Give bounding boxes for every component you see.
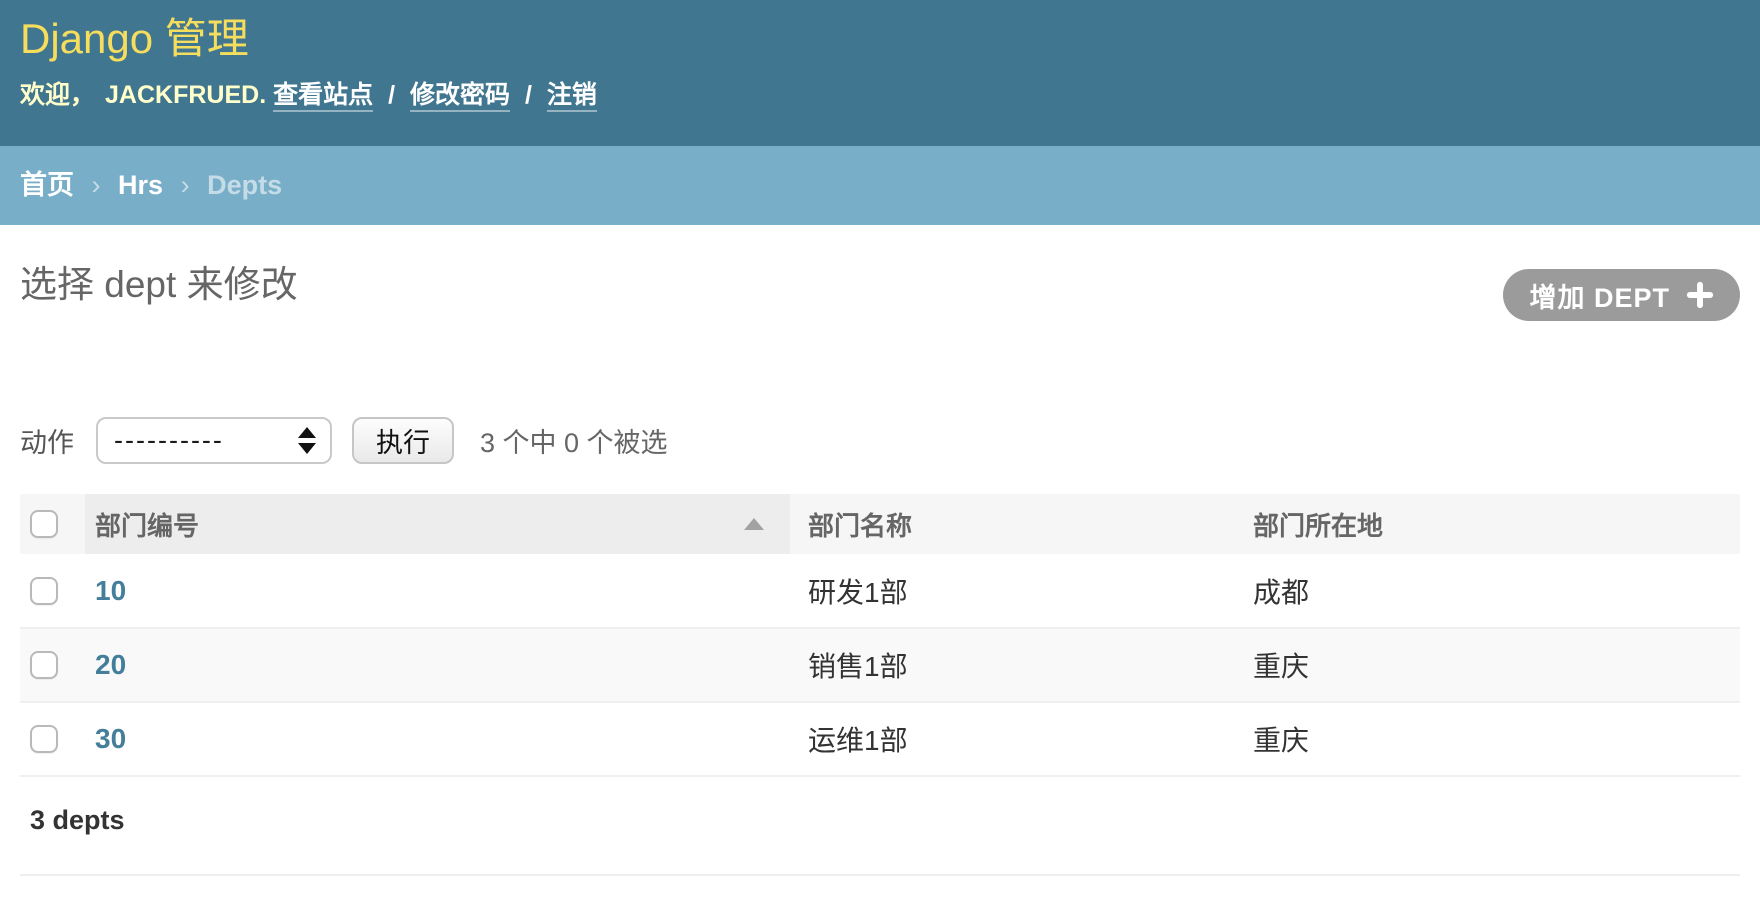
- table-row: 20 销售1部 重庆: [20, 628, 1740, 702]
- select-arrows-icon: [298, 427, 316, 454]
- row-select-checkbox[interactable]: [30, 725, 58, 753]
- table-row: 10 研发1部 成都: [20, 554, 1740, 628]
- column-header-dept-no[interactable]: 部门编号: [85, 494, 790, 554]
- result-count: 3 depts: [30, 805, 125, 835]
- logout-link[interactable]: 注销: [547, 81, 597, 112]
- selection-counter: 3 个中 0 个被选: [480, 421, 668, 460]
- user-tools: 欢迎， JACKFRUED. 查看站点 / 修改密码 / 注销: [20, 80, 1720, 110]
- table-body: 10 研发1部 成都 20 销售1部 重庆 30 运维1部 重庆: [20, 554, 1740, 776]
- breadcrumb: 首页 › Hrs › Depts: [0, 146, 1760, 225]
- dept-no-cell: 20: [85, 628, 790, 702]
- dept-location-cell: 重庆: [1235, 702, 1740, 776]
- add-dept-button-label: 增加 DEPT: [1529, 276, 1670, 315]
- dept-no-link[interactable]: 20: [95, 649, 126, 680]
- add-dept-button[interactable]: 增加 DEPT: [1503, 269, 1740, 321]
- content-area: 选择 dept 来修改 增加 DEPT 动作 ---------- 执行 3 个…: [0, 225, 1760, 876]
- dept-no-cell: 30: [85, 702, 790, 776]
- results-table: 部门编号 部门名称 部门所在地 10 研发1部 成都: [20, 494, 1740, 777]
- paginator: 3 depts: [20, 777, 1740, 876]
- breadcrumb-home[interactable]: 首页: [20, 170, 74, 200]
- change-password-link[interactable]: 修改密码: [410, 81, 510, 112]
- breadcrumb-current: Depts: [207, 170, 282, 200]
- link-separator: /: [525, 81, 532, 109]
- column-header-dept-name-label: 部门名称: [808, 511, 912, 541]
- dept-name-cell: 运维1部: [790, 702, 1235, 776]
- row-select-checkbox[interactable]: [30, 651, 58, 679]
- column-header-dept-location-label: 部门所在地: [1253, 511, 1383, 541]
- row-checkbox-cell: [20, 628, 85, 702]
- dept-no-link[interactable]: 10: [95, 575, 126, 606]
- dept-location-cell: 成都: [1235, 554, 1740, 628]
- column-header-dept-location[interactable]: 部门所在地: [1235, 494, 1740, 554]
- site-header: Django 管理 欢迎， JACKFRUED. 查看站点 / 修改密码 / 注销: [0, 0, 1760, 146]
- dept-no-cell: 10: [85, 554, 790, 628]
- breadcrumb-separator: ›: [92, 170, 101, 200]
- welcome-text: 欢迎，: [20, 81, 95, 109]
- action-select-value: ----------: [114, 425, 224, 456]
- brand-title[interactable]: Django 管理: [20, 14, 1720, 64]
- username: JACKFRUED.: [105, 81, 266, 109]
- results-table-wrapper: 部门编号 部门名称 部门所在地 10 研发1部 成都: [20, 494, 1740, 777]
- link-separator: /: [388, 81, 395, 109]
- breadcrumb-hrs[interactable]: Hrs: [118, 170, 163, 200]
- dept-name-cell: 销售1部: [790, 628, 1235, 702]
- table-header-row: 部门编号 部门名称 部门所在地: [20, 494, 1740, 554]
- plus-icon: [1686, 281, 1714, 309]
- row-checkbox-cell: [20, 702, 85, 776]
- row-select-checkbox[interactable]: [30, 577, 58, 605]
- column-header-dept-name[interactable]: 部门名称: [790, 494, 1235, 554]
- go-button[interactable]: 执行: [352, 417, 454, 464]
- dept-location-cell: 重庆: [1235, 628, 1740, 702]
- table-row: 30 运维1部 重庆: [20, 702, 1740, 776]
- select-all-header-cell: [20, 494, 85, 554]
- column-header-dept-no-label: 部门编号: [95, 506, 199, 543]
- breadcrumb-separator: ›: [181, 170, 190, 200]
- select-all-checkbox[interactable]: [30, 510, 58, 538]
- title-row: 选择 dept 来修改 增加 DEPT: [20, 251, 1740, 321]
- row-checkbox-cell: [20, 554, 85, 628]
- dept-no-link[interactable]: 30: [95, 723, 126, 754]
- actions-label: 动作: [20, 421, 74, 460]
- actions-bar: 动作 ---------- 执行 3 个中 0 个被选: [20, 417, 1740, 464]
- sort-ascending-icon[interactable]: [744, 518, 764, 530]
- dept-name-cell: 研发1部: [790, 554, 1235, 628]
- page-title: 选择 dept 来修改: [20, 263, 298, 307]
- view-site-link[interactable]: 查看站点: [273, 81, 373, 112]
- action-select[interactable]: ----------: [96, 417, 332, 464]
